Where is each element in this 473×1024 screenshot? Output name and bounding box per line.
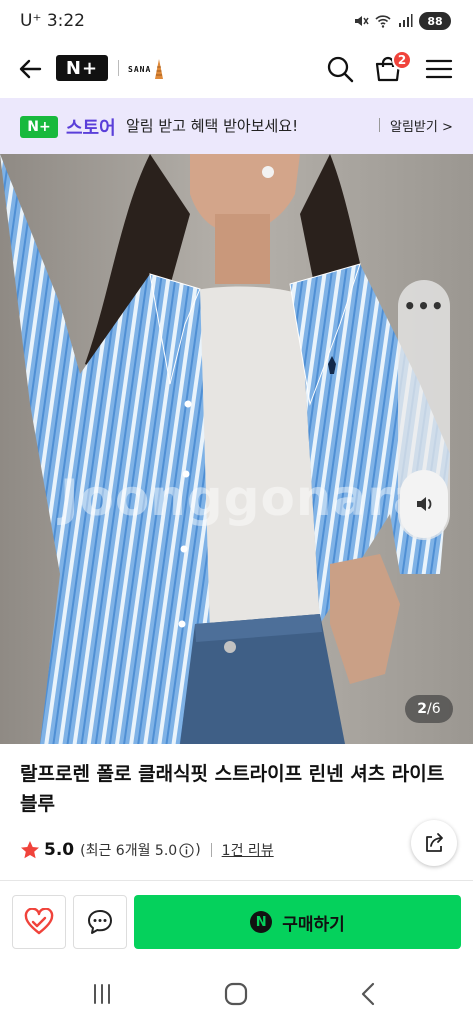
nplus-logo[interactable]: N+ [56, 55, 108, 81]
rating-score: 5.0 [44, 840, 75, 860]
promo-nplus-badge: N+ [20, 116, 58, 138]
battery-level: 88 [427, 14, 443, 28]
promo-store-label: 스토어 [66, 118, 116, 139]
image-counter: 2 / 6 [405, 695, 453, 723]
hamburger-menu-icon[interactable] [424, 54, 454, 84]
logo-divider [118, 60, 119, 76]
share-icon [426, 833, 443, 852]
status-bar: U⁺ 3:22 88 [0, 0, 473, 44]
status-icons: 88 [353, 12, 451, 30]
mute-icon [355, 16, 369, 26]
signal-icon [399, 14, 413, 27]
back-nav-icon[interactable] [355, 980, 383, 1008]
volume-button[interactable] [400, 470, 448, 538]
brand-store-logo[interactable]: SANA [128, 58, 164, 80]
star-icon [21, 841, 39, 859]
chat-bubble-icon [88, 910, 112, 934]
buy-now-label: 구매하기 [282, 914, 345, 935]
rating-period: (최근 6개월 5.0 [80, 843, 178, 859]
promo-banner[interactable]: N+ 스토어 알림 받고 혜택 받아보세요! 알림받기 > [0, 98, 473, 154]
rating-divider [210, 843, 212, 857]
search-icon[interactable] [325, 54, 355, 84]
cart-count-badge: 2 [392, 50, 412, 70]
share-button[interactable] [411, 820, 457, 866]
buy-now-button[interactable]: N 구매하기 [134, 895, 461, 949]
home-icon[interactable] [222, 980, 250, 1008]
rating-row: 5.0 (최근 6개월 5.0 ) 1건 리뷰 [20, 838, 274, 862]
info-icon[interactable] [179, 842, 194, 858]
wifi-icon [375, 15, 391, 28]
brand-tower-icon [155, 59, 164, 79]
more-options-button[interactable]: ••• [398, 288, 450, 324]
promo-message: 알림 받고 혜택 받아보세요! [126, 117, 299, 135]
talk-chat-button[interactable] [73, 895, 127, 949]
recent-apps-icon[interactable] [88, 980, 116, 1008]
battery-icon: 88 [419, 12, 451, 30]
more-dots-icon: ••• [403, 294, 445, 318]
heart-icon [24, 908, 54, 935]
naver-pay-icon: N [250, 911, 273, 933]
bottom-action-bar: N 구매하기 [0, 880, 473, 962]
status-carrier-time: U⁺ 3:22 [20, 11, 85, 31]
wishlist-button[interactable] [12, 895, 66, 949]
image-counter-current: 2 [417, 701, 428, 717]
promo-divider [379, 118, 380, 132]
system-navigation-bar [0, 962, 473, 1024]
app-header: N+ SANA 2 [0, 44, 473, 96]
brand-logo-text: SANA [128, 64, 152, 74]
rating-period-close: ) [195, 842, 201, 858]
notification-subscribe-link[interactable]: 알림받기 > [390, 116, 453, 135]
promo-store-logo: N+ 스토어 [20, 114, 116, 140]
watermark-text: Joonggonara [60, 469, 428, 527]
image-counter-total: 6 [431, 701, 441, 717]
review-count-link[interactable]: 1건 리뷰 [222, 840, 274, 860]
volume-speaker-icon [417, 497, 432, 511]
floating-side-panel[interactable]: ••• [398, 280, 450, 540]
back-arrow-icon[interactable] [16, 54, 46, 84]
product-title: 랄프로렌 폴로 클래식핏 스트라이프 린넨 셔츠 라이트 블루 [20, 763, 445, 815]
